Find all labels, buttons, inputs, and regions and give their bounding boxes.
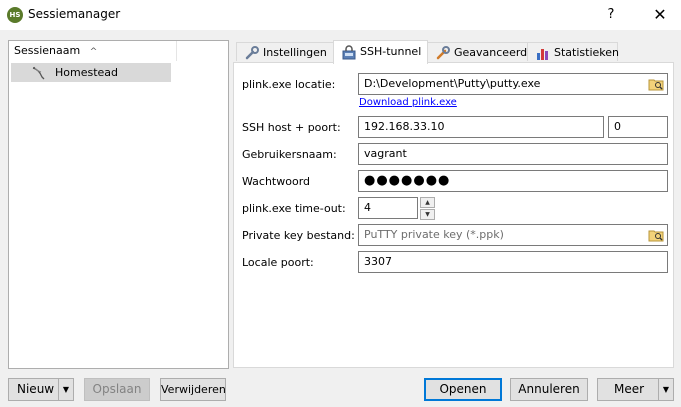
- local-port-value: 3307: [364, 255, 392, 268]
- new-button-label: Nieuw: [17, 382, 55, 396]
- tab-ssh-tunnel[interactable]: SSH-tunnel: [333, 40, 428, 64]
- timeout-spinner[interactable]: ▲ ▼: [420, 197, 435, 220]
- tab-label: Statistieken: [554, 46, 619, 59]
- more-button-label: Meer: [614, 382, 645, 396]
- username-input[interactable]: vagrant: [358, 143, 668, 165]
- session-item-label: Homestead: [55, 66, 119, 79]
- private-key-placeholder: PuTTY private key (*.ppk): [364, 228, 504, 241]
- bar-chart-icon: [537, 49, 548, 60]
- password-input[interactable]: ●●●●●●●: [358, 170, 668, 192]
- tools-icon: [436, 46, 450, 60]
- tree-column-label: Sessienaam: [14, 44, 81, 57]
- tab-statistieken[interactable]: Statistieken: [527, 42, 619, 61]
- spin-down-icon[interactable]: ▼: [420, 209, 435, 220]
- plink-location-field[interactable]: D:\Development\Putty\putty.exe: [358, 73, 668, 95]
- password-mask: ●●●●●●●: [364, 173, 451, 188]
- help-button[interactable]: ?: [596, 4, 626, 26]
- private-key-input[interactable]: PuTTY private key (*.ppk): [358, 224, 668, 246]
- delete-button[interactable]: Verwijderen: [160, 378, 226, 401]
- tree-column-header[interactable]: Sessienaam ^: [9, 41, 177, 61]
- more-button[interactable]: Meer ▼: [597, 378, 674, 401]
- close-button[interactable]: ✕: [645, 4, 675, 26]
- folder-browse-icon[interactable]: [648, 228, 664, 242]
- tab-label: Instellingen: [263, 46, 327, 59]
- timeout-label: plink.exe time-out:: [242, 202, 346, 215]
- session-item-homestead[interactable]: Homestead: [11, 63, 171, 82]
- tab-label: Geavanceerd: [454, 46, 528, 59]
- new-session-button[interactable]: Nieuw ▼: [8, 378, 74, 401]
- local-port-label: Locale poort:: [242, 256, 314, 269]
- dropdown-arrow-icon[interactable]: ▼: [658, 379, 673, 400]
- dropdown-arrow-icon[interactable]: ▼: [58, 379, 73, 400]
- wrench-icon: [245, 46, 259, 60]
- app-logo-icon: HS: [7, 7, 23, 23]
- spin-up-icon[interactable]: ▲: [420, 197, 435, 208]
- private-key-label: Private key bestand:: [242, 229, 355, 242]
- folder-browse-icon[interactable]: [648, 77, 664, 91]
- tab-label: SSH-tunnel: [360, 45, 422, 58]
- title-bar: HS Sessiemanager ? ✕: [0, 0, 681, 30]
- plink-location-label: plink.exe locatie:: [242, 78, 336, 91]
- timeout-value: 4: [364, 201, 371, 214]
- session-tree[interactable]: Sessienaam ^ Homestead: [8, 40, 229, 369]
- tab-instellingen[interactable]: Instellingen: [236, 42, 334, 61]
- username-label: Gebruikersnaam:: [242, 148, 337, 161]
- cancel-button[interactable]: Annuleren: [510, 378, 588, 401]
- ssh-port-value: 0: [614, 120, 621, 133]
- local-port-input[interactable]: 3307: [358, 251, 668, 273]
- dolphin-icon: [32, 66, 45, 80]
- tab-geavanceerd[interactable]: Geavanceerd: [427, 42, 528, 61]
- ssh-host-value: 192.168.33.10: [364, 120, 445, 133]
- username-value: vagrant: [364, 147, 407, 160]
- password-label: Wachtwoord: [242, 175, 311, 188]
- lock-icon: [342, 45, 356, 60]
- ssh-port-input[interactable]: 0: [608, 116, 668, 138]
- plink-location-value: D:\Development\Putty\putty.exe: [364, 77, 541, 90]
- ssh-host-input[interactable]: 192.168.33.10: [358, 116, 604, 138]
- window-title: Sessiemanager: [28, 7, 121, 21]
- timeout-input[interactable]: 4: [358, 197, 418, 219]
- save-button[interactable]: Opslaan: [84, 378, 150, 401]
- sort-ascending-icon: ^: [89, 47, 98, 57]
- ssh-host-port-label: SSH host + poort:: [242, 121, 341, 134]
- open-button[interactable]: Openen: [424, 378, 502, 401]
- download-plink-link[interactable]: Download plink.exe: [359, 97, 457, 108]
